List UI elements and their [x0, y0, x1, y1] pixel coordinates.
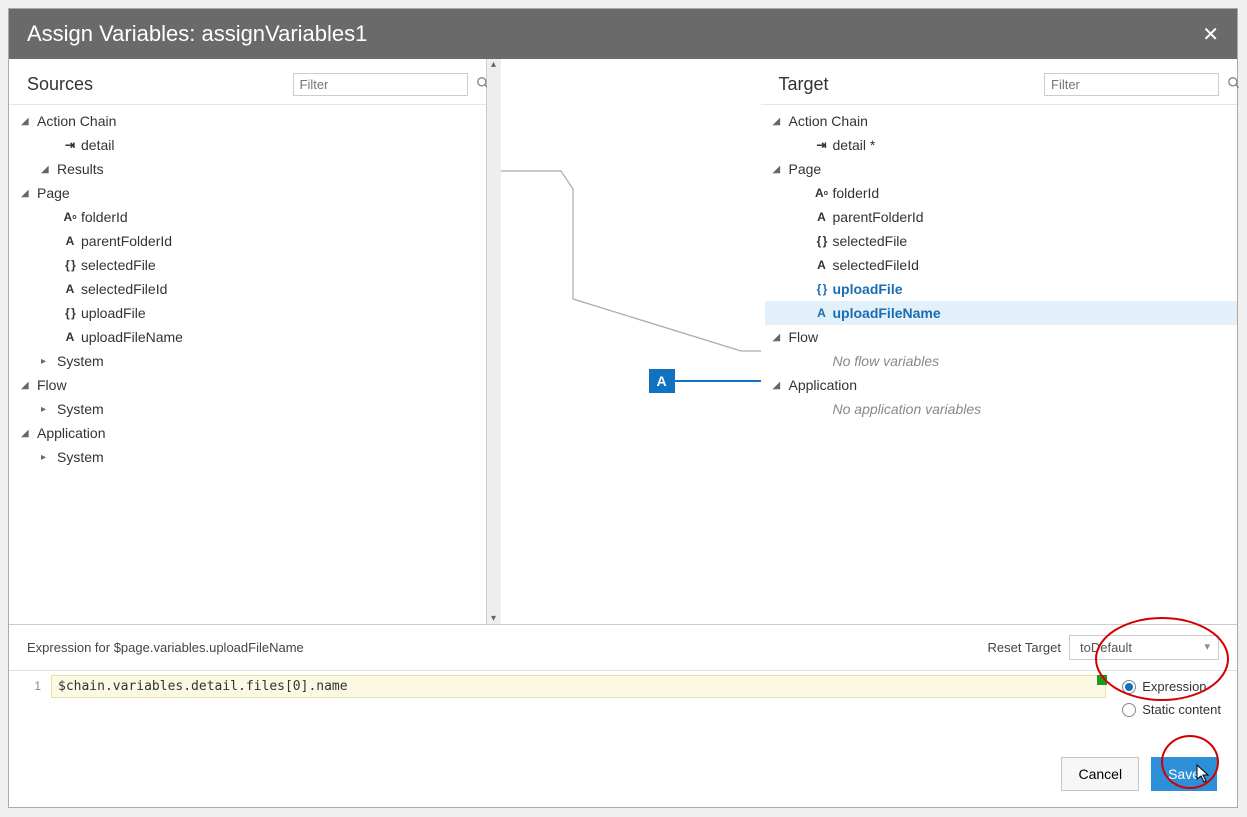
- tree-node-uploadfile[interactable]: uploadFile: [13, 301, 486, 325]
- sources-scrollbar[interactable]: ▴ ▾: [487, 59, 501, 624]
- string-icon: A: [61, 282, 79, 296]
- expression-mode-radios: Expression Static content: [1116, 675, 1227, 721]
- radio-static[interactable]: Static content: [1122, 702, 1221, 717]
- sources-header: Sources: [9, 59, 486, 104]
- tree-node-system[interactable]: ▸System: [13, 349, 486, 373]
- tree-node-action-chain[interactable]: ◢Action Chain: [765, 109, 1238, 133]
- object-icon: [813, 282, 831, 296]
- empty-flow-msg: No flow variables: [765, 349, 1238, 373]
- input-icon: ⇥: [61, 138, 79, 152]
- tree-node-results[interactable]: ◢Results: [13, 157, 486, 181]
- object-icon: [61, 258, 79, 272]
- tree-node-system[interactable]: ▸System: [13, 397, 486, 421]
- line-number: 1: [19, 675, 41, 693]
- close-icon[interactable]: ✕: [1202, 22, 1219, 47]
- sources-tree: ◢Action Chain ⇥detail ◢Results ◢Page Aof…: [9, 104, 486, 624]
- tree-node-flow[interactable]: ◢Flow: [13, 373, 486, 397]
- tree-node-selectedfile[interactable]: selectedFile: [765, 229, 1238, 253]
- reset-target-select[interactable]: toDefault: [1069, 635, 1219, 660]
- target-header: Target: [761, 59, 1238, 104]
- validity-marker-icon: [1097, 675, 1107, 685]
- string-icon: A: [813, 306, 831, 320]
- tree-node-uploadfilename[interactable]: AuploadFileName: [13, 325, 486, 349]
- scroll-up-icon[interactable]: ▴: [491, 59, 496, 70]
- string-icon: A: [813, 258, 831, 272]
- tree-node-selectedfileid[interactable]: AselectedFileId: [765, 253, 1238, 277]
- panels-container: Sources ◢Action Chain ⇥detail ◢Results ◢…: [9, 59, 1237, 625]
- expression-bar: Expression for $page.variables.uploadFil…: [9, 625, 1237, 670]
- tree-node-uploadfile[interactable]: uploadFile: [765, 277, 1238, 301]
- search-icon: [1227, 76, 1241, 93]
- target-filter-input[interactable]: [1051, 77, 1227, 92]
- tree-node-parentfolderid[interactable]: AparentFolderId: [765, 205, 1238, 229]
- tree-node-uploadfilename[interactable]: AuploadFileName: [765, 301, 1238, 325]
- tree-node-parentfolderid[interactable]: AparentFolderId: [13, 229, 486, 253]
- radio-expression[interactable]: Expression: [1122, 679, 1221, 694]
- target-title: Target: [779, 74, 829, 95]
- dialog-titlebar: Assign Variables: assignVariables1 ✕: [9, 9, 1237, 59]
- tree-node-application[interactable]: ◢Application: [765, 373, 1238, 397]
- string-icon: A: [61, 234, 79, 248]
- expression-input[interactable]: $chain.variables.detail.files[0].name: [51, 675, 1106, 698]
- type-badge: A: [649, 369, 675, 393]
- cancel-button[interactable]: Cancel: [1061, 757, 1139, 791]
- save-button[interactable]: Save: [1151, 757, 1217, 791]
- tree-node-page[interactable]: ◢Page: [13, 181, 486, 205]
- target-filter[interactable]: [1044, 73, 1219, 96]
- sources-filter-input[interactable]: [300, 77, 476, 92]
- sources-panel: Sources ◢Action Chain ⇥detail ◢Results ◢…: [9, 59, 487, 624]
- radio-icon: [1122, 680, 1136, 694]
- expression-editor-row: 1 $chain.variables.detail.files[0].name …: [9, 670, 1237, 741]
- target-tree: ◢Action Chain ⇥detail * ◢Page AofolderId…: [761, 104, 1238, 624]
- expression-for-label: Expression for $page.variables.uploadFil…: [27, 640, 304, 655]
- radio-icon: [1122, 703, 1136, 717]
- string-icon: A: [813, 210, 831, 224]
- reset-target-label: Reset Target: [988, 640, 1061, 655]
- sources-filter[interactable]: [293, 73, 468, 96]
- target-panel: Target ◢Action Chain ⇥detail * ◢Page Aof…: [761, 59, 1238, 624]
- scroll-down-icon[interactable]: ▾: [491, 613, 496, 624]
- tree-node-action-chain[interactable]: ◢Action Chain: [13, 109, 486, 133]
- mapping-canvas: A: [501, 59, 761, 624]
- dialog-title: Assign Variables: assignVariables1: [27, 21, 367, 47]
- tree-node-system[interactable]: ▸System: [13, 445, 486, 469]
- tree-node-detail[interactable]: ⇥detail *: [765, 133, 1238, 157]
- string-icon: Ao: [61, 210, 79, 224]
- dialog-actions: Cancel Save: [9, 741, 1237, 807]
- reset-target: Reset Target toDefault: [988, 635, 1219, 660]
- string-icon: A: [61, 330, 79, 344]
- tree-node-folderid[interactable]: AofolderId: [765, 181, 1238, 205]
- tree-node-page[interactable]: ◢Page: [765, 157, 1238, 181]
- assign-variables-dialog: Assign Variables: assignVariables1 ✕ Sou…: [8, 8, 1238, 808]
- sources-title: Sources: [27, 74, 93, 95]
- tree-node-application[interactable]: ◢Application: [13, 421, 486, 445]
- tree-node-detail[interactable]: ⇥detail: [13, 133, 486, 157]
- tree-node-selectedfile[interactable]: selectedFile: [13, 253, 486, 277]
- object-icon: [813, 234, 831, 248]
- tree-node-selectedfileid[interactable]: AselectedFileId: [13, 277, 486, 301]
- input-icon: ⇥: [813, 138, 831, 152]
- string-icon: Ao: [813, 186, 831, 200]
- tree-node-flow[interactable]: ◢Flow: [765, 325, 1238, 349]
- tree-node-folderid[interactable]: AofolderId: [13, 205, 486, 229]
- object-icon: [61, 306, 79, 320]
- empty-app-msg: No application variables: [765, 397, 1238, 421]
